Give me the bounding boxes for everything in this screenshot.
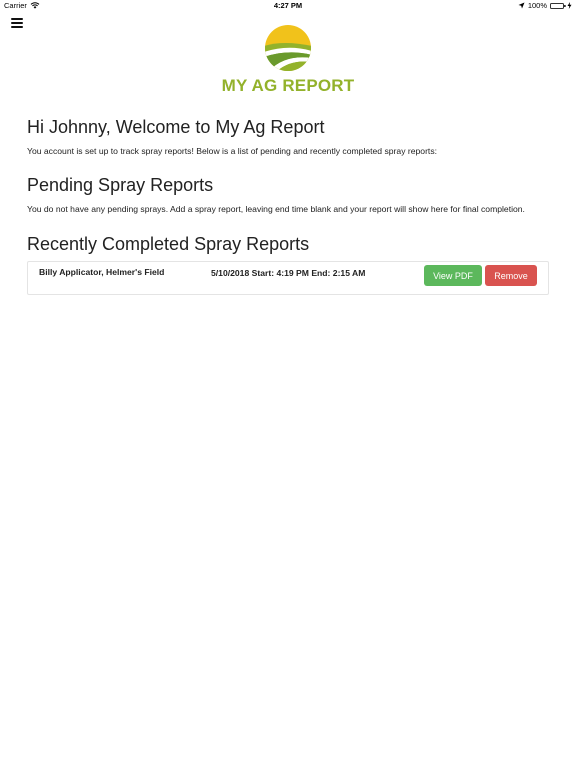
field-sun-logo-icon <box>265 25 311 71</box>
pending-title: Pending Spray Reports <box>27 175 214 195</box>
status-time: 4:27 PM <box>273 1 303 10</box>
charging-bolt-icon <box>567 2 572 9</box>
logo-text: MY AG REPORT <box>221 76 355 95</box>
pending-text: You do not have any pending sprays. Add … <box>27 204 525 214</box>
welcome-title: Hi Johnny, Welcome to My Ag Report <box>27 117 325 137</box>
main-content: Hi Johnny, Welcome to My Ag Report You a… <box>27 116 549 295</box>
report-name: Billy Applicator, Helmer's Field <box>39 267 165 277</box>
remove-button[interactable]: Remove <box>485 265 537 286</box>
app-logo: MY AG REPORT <box>0 24 576 96</box>
recent-title: Recently Completed Spray Reports <box>27 234 310 254</box>
table-row: Billy Applicator, Helmer's Field 5/10/20… <box>27 261 549 295</box>
status-bar: Carrier 4:27 PM 100% <box>0 0 576 12</box>
report-actions: View PDF Remove <box>424 265 537 286</box>
view-pdf-button[interactable]: View PDF <box>424 265 482 286</box>
welcome-text: You account is set up to track spray rep… <box>27 146 438 156</box>
battery-percent: 100% <box>527 1 547 10</box>
menu-line <box>11 18 23 20</box>
report-time: 5/10/2018 Start: 4:19 PM End: 2:15 AM <box>211 268 366 278</box>
location-arrow-icon <box>518 2 525 9</box>
status-right: 100% <box>518 1 572 10</box>
battery-icon <box>550 2 566 9</box>
